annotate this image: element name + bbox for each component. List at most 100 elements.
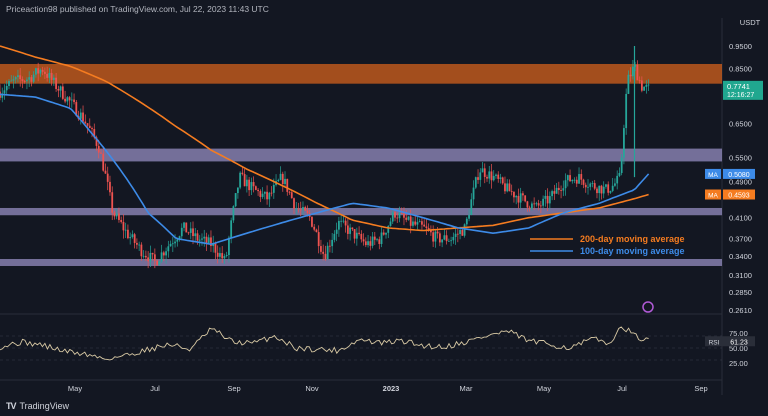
candle-body: [302, 207, 304, 210]
candle-body: [421, 221, 423, 225]
candle-body: [245, 179, 248, 187]
candle-body: [187, 232, 190, 234]
candle-body: [539, 205, 542, 207]
candle-body: [351, 227, 354, 230]
candle-body: [382, 232, 385, 235]
last-price-countdown: 12:16:27: [727, 92, 754, 99]
price-chart[interactable]: 200-day moving average 100-day moving ave…: [0, 0, 768, 416]
candle-body: [221, 253, 224, 259]
currency-label: USDT: [740, 18, 761, 27]
candle-body: [342, 220, 345, 222]
candle-body: [416, 222, 419, 225]
candle-body: [284, 178, 286, 185]
candle-body: [645, 84, 648, 87]
candle-body: [118, 213, 120, 220]
zone-middle-support: [0, 207, 722, 216]
candle-body: [414, 221, 417, 225]
candle-body: [335, 229, 338, 234]
candle-body: [19, 75, 22, 80]
candle-body: [26, 79, 28, 82]
candle-body: [55, 77, 58, 89]
candle-body: [131, 234, 134, 238]
candle-body: [551, 191, 553, 197]
candle-body: [281, 173, 284, 185]
candle-body: [317, 232, 320, 247]
candle-body: [362, 239, 365, 242]
candle-body: [483, 168, 486, 177]
candle-body: [488, 171, 491, 179]
candle-body: [113, 212, 116, 217]
candle-body: [104, 170, 107, 174]
candle-body: [84, 121, 87, 124]
candle-body: [625, 93, 628, 129]
candle-body: [311, 216, 313, 227]
candle-body: [546, 195, 549, 204]
event-marker-icon[interactable]: [642, 301, 654, 313]
time-tick: Sep: [694, 384, 707, 393]
candle-body: [57, 88, 60, 91]
zone-lower-support: [0, 258, 722, 266]
candle-body: [387, 225, 390, 233]
candle-body: [225, 255, 228, 256]
candle-body: [474, 177, 477, 188]
candle-body: [614, 183, 616, 186]
candle-body: [333, 233, 336, 240]
candle-body: [288, 191, 291, 193]
candle-body: [589, 183, 592, 187]
candle-body: [127, 229, 129, 239]
candle-body: [241, 172, 244, 175]
candle-body: [609, 190, 612, 193]
candle-body: [371, 236, 374, 246]
candle-body: [524, 195, 527, 202]
candle-body: [490, 171, 493, 181]
candle-body: [41, 69, 44, 72]
candle-body: [627, 74, 630, 94]
candle-body: [228, 237, 230, 256]
candle-body: [158, 261, 161, 266]
candle-body: [52, 77, 55, 80]
candle-body: [526, 201, 529, 208]
candle-body: [124, 229, 127, 231]
candle-body: [602, 186, 605, 194]
candle-body: [611, 185, 614, 191]
candle-body: [315, 229, 318, 233]
rsi-tick: 25.00: [729, 359, 748, 368]
candle-body: [450, 240, 453, 242]
candle-body: [129, 237, 132, 239]
candle-body: [434, 231, 437, 242]
candle-body: [270, 192, 273, 194]
candle-body: [196, 233, 199, 241]
candle-body: [571, 179, 574, 182]
candle-body: [438, 233, 441, 243]
candle-body: [432, 232, 435, 242]
candle-body: [138, 244, 141, 246]
tradingview-logo-icon: TV: [6, 401, 16, 411]
candle-body: [160, 252, 163, 262]
brand-label: TradingView: [19, 401, 70, 411]
candle-body: [584, 184, 587, 188]
candle-body: [456, 233, 459, 235]
candle-body: [46, 73, 49, 78]
candle-body: [79, 112, 82, 119]
candle-body: [261, 193, 264, 197]
candle-body: [268, 192, 271, 200]
time-tick: Mar: [460, 384, 473, 393]
candle-body: [600, 185, 603, 194]
candle-body: [306, 210, 309, 214]
candle-body: [598, 185, 601, 194]
candle-body: [373, 236, 376, 240]
candle-body: [122, 221, 125, 231]
candle-body: [553, 191, 556, 194]
candle-body: [299, 209, 302, 211]
time-tick: Jul: [617, 384, 627, 393]
candle-body: [495, 174, 497, 176]
time-tick: Jul: [150, 384, 160, 393]
candle-body: [555, 187, 558, 194]
candle-body: [109, 181, 111, 193]
time-tick: May: [537, 384, 551, 393]
price-tick: 0.3700: [729, 235, 752, 244]
candle-body: [165, 251, 167, 256]
candle-body: [557, 187, 560, 191]
last-price-value: 0.7741: [727, 82, 750, 91]
candle-body: [398, 212, 401, 219]
